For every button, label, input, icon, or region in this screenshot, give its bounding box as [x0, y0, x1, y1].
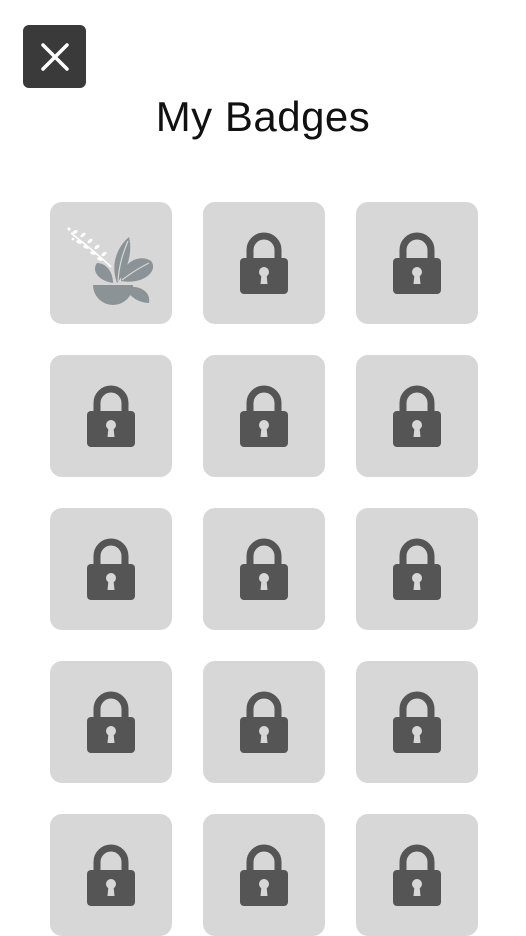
lock-icon — [240, 691, 288, 753]
lock-icon — [393, 844, 441, 906]
badge-tile-locked[interactable] — [203, 508, 325, 630]
lock-icon — [87, 844, 135, 906]
close-icon — [40, 42, 69, 71]
lock-icon — [240, 232, 288, 294]
badge-tile-locked[interactable] — [203, 202, 325, 324]
lock-icon — [240, 385, 288, 447]
lock-icon — [87, 691, 135, 753]
badge-tile-locked[interactable] — [203, 661, 325, 783]
badge-tile-locked[interactable] — [50, 814, 172, 936]
badge-tile-locked[interactable] — [50, 661, 172, 783]
badge-tile-locked[interactable] — [50, 355, 172, 477]
badge-tile-locked[interactable] — [356, 508, 478, 630]
lock-icon — [393, 385, 441, 447]
lock-icon — [240, 844, 288, 906]
badge-tile-locked[interactable] — [356, 202, 478, 324]
badge-tile-locked[interactable] — [50, 508, 172, 630]
badge-tile-locked[interactable] — [356, 814, 478, 936]
badge-grid — [50, 202, 478, 936]
badge-tile-locked[interactable] — [203, 814, 325, 936]
page-title: My Badges — [155, 93, 371, 140]
lock-icon — [240, 538, 288, 600]
plant-icon — [67, 227, 154, 305]
lock-icon — [393, 538, 441, 600]
badge-tile-locked[interactable] — [203, 355, 325, 477]
lock-icon — [393, 232, 441, 294]
lock-icon — [87, 538, 135, 600]
badge-tile-locked[interactable] — [356, 661, 478, 783]
badge-tile-unlocked[interactable] — [50, 202, 172, 324]
close-button[interactable] — [23, 25, 86, 88]
lock-icon — [393, 691, 441, 753]
lock-icon — [87, 385, 135, 447]
badge-tile-locked[interactable] — [356, 355, 478, 477]
